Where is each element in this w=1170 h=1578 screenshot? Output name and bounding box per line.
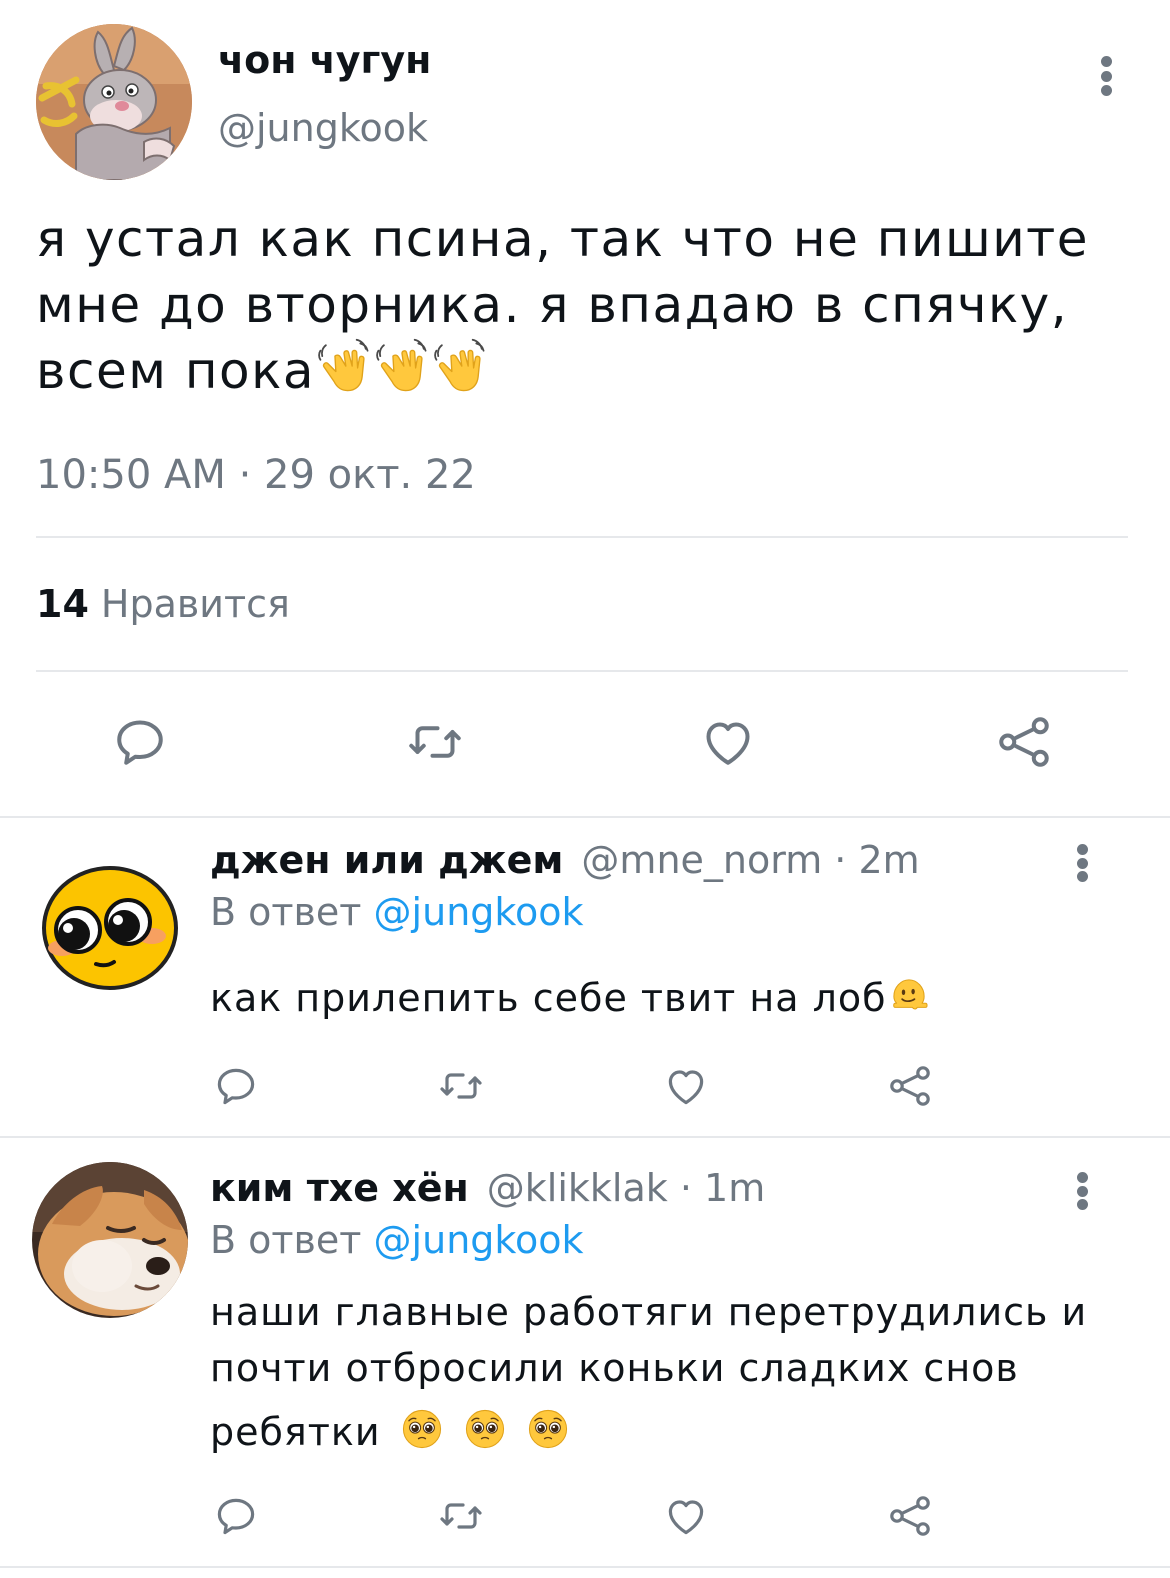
pleading-face-emoji: [463, 1407, 507, 1451]
more-options-icon[interactable]: [1096, 56, 1116, 96]
reply-text-line: наши главные работяги перетрудились и: [210, 1290, 1088, 1334]
reply-author-name[interactable]: ким тхе хён: [210, 1166, 469, 1210]
like-icon[interactable]: [662, 1492, 710, 1540]
main-tweet: чон чугун @jungkook я устал как псина, т…: [0, 0, 1170, 822]
reply-mention-link[interactable]: @jungkook: [374, 890, 584, 934]
reply-mention-link[interactable]: @jungkook: [374, 1218, 584, 1262]
reply-header: ким тхе хён @klikklak · 1m: [210, 1166, 765, 1210]
bunny-avatar-image: [36, 24, 192, 180]
likes-label: Нравится: [100, 582, 290, 626]
waving-hand-emoji: [431, 338, 489, 396]
shiba-dog-avatar-image: [32, 1162, 188, 1318]
reply-to-line: В ответ @jungkook: [210, 1218, 584, 1262]
reply-text: наши главные работяги перетрудились и по…: [210, 1284, 1150, 1460]
author-handle[interactable]: @jungkook: [218, 106, 428, 150]
likes-count: 14: [36, 582, 89, 626]
cursed-emoji-avatar-image: [32, 848, 188, 1004]
divider: [0, 1136, 1170, 1138]
avatar[interactable]: [32, 848, 188, 1004]
more-options-icon[interactable]: [1072, 844, 1092, 882]
share-icon[interactable]: [886, 1492, 934, 1540]
divider: [0, 1566, 1170, 1568]
reply-meta: @klikklak · 1m: [486, 1166, 766, 1210]
reply-text-line-with-emoji: ребятки: [210, 1404, 1150, 1460]
reply-to-line: В ответ @jungkook: [210, 890, 584, 934]
avatar[interactable]: [36, 24, 192, 180]
like-icon[interactable]: [662, 1062, 710, 1110]
avatar[interactable]: [32, 1162, 188, 1318]
retweet-icon[interactable]: [434, 1492, 488, 1540]
more-options-icon[interactable]: [1072, 1172, 1092, 1210]
pleading-face-emoji: [526, 1407, 570, 1451]
tweet-timestamp[interactable]: 10:50 AM · 29 окт. 22: [36, 452, 476, 498]
reply-text-line: ребятки: [210, 1410, 381, 1454]
melting-face-emoji: [887, 973, 931, 1017]
reply-text: как прилепить себе твит на лоб: [210, 970, 1110, 1026]
reply-meta: @mne_norm · 2m: [581, 838, 920, 882]
reply-icon[interactable]: [212, 1062, 260, 1110]
divider: [36, 670, 1128, 672]
like-icon[interactable]: [698, 712, 758, 772]
retweet-icon[interactable]: [434, 1062, 488, 1110]
likes-summary[interactable]: 14 Нравится: [36, 582, 290, 626]
waving-hand-emoji: [373, 338, 431, 396]
reply-header: джен или джем @mne_norm · 2m: [210, 838, 920, 882]
waving-hand-emoji: [315, 338, 373, 396]
reply-icon[interactable]: [110, 712, 170, 772]
share-icon[interactable]: [994, 712, 1054, 772]
divider: [36, 536, 1128, 538]
share-icon[interactable]: [886, 1062, 934, 1110]
reply-icon[interactable]: [212, 1492, 260, 1540]
retweet-icon[interactable]: [402, 712, 468, 772]
tweet-text: я устал как псина, так что не пишите мне…: [36, 206, 1136, 404]
tweet-body: я устал как псина, так что не пишите мне…: [36, 210, 1090, 400]
reply-to-prefix: В ответ: [210, 1218, 362, 1262]
divider: [0, 816, 1170, 818]
reply-text-line: почти отбросили коньки сладких снов: [210, 1346, 1019, 1390]
reply-author-name[interactable]: джен или джем: [210, 838, 563, 882]
reply-to-prefix: В ответ: [210, 890, 362, 934]
reply-body: как прилепить себе твит на лоб: [210, 976, 887, 1020]
pleading-face-emoji: [400, 1407, 444, 1451]
author-name[interactable]: чон чугун: [218, 38, 431, 82]
